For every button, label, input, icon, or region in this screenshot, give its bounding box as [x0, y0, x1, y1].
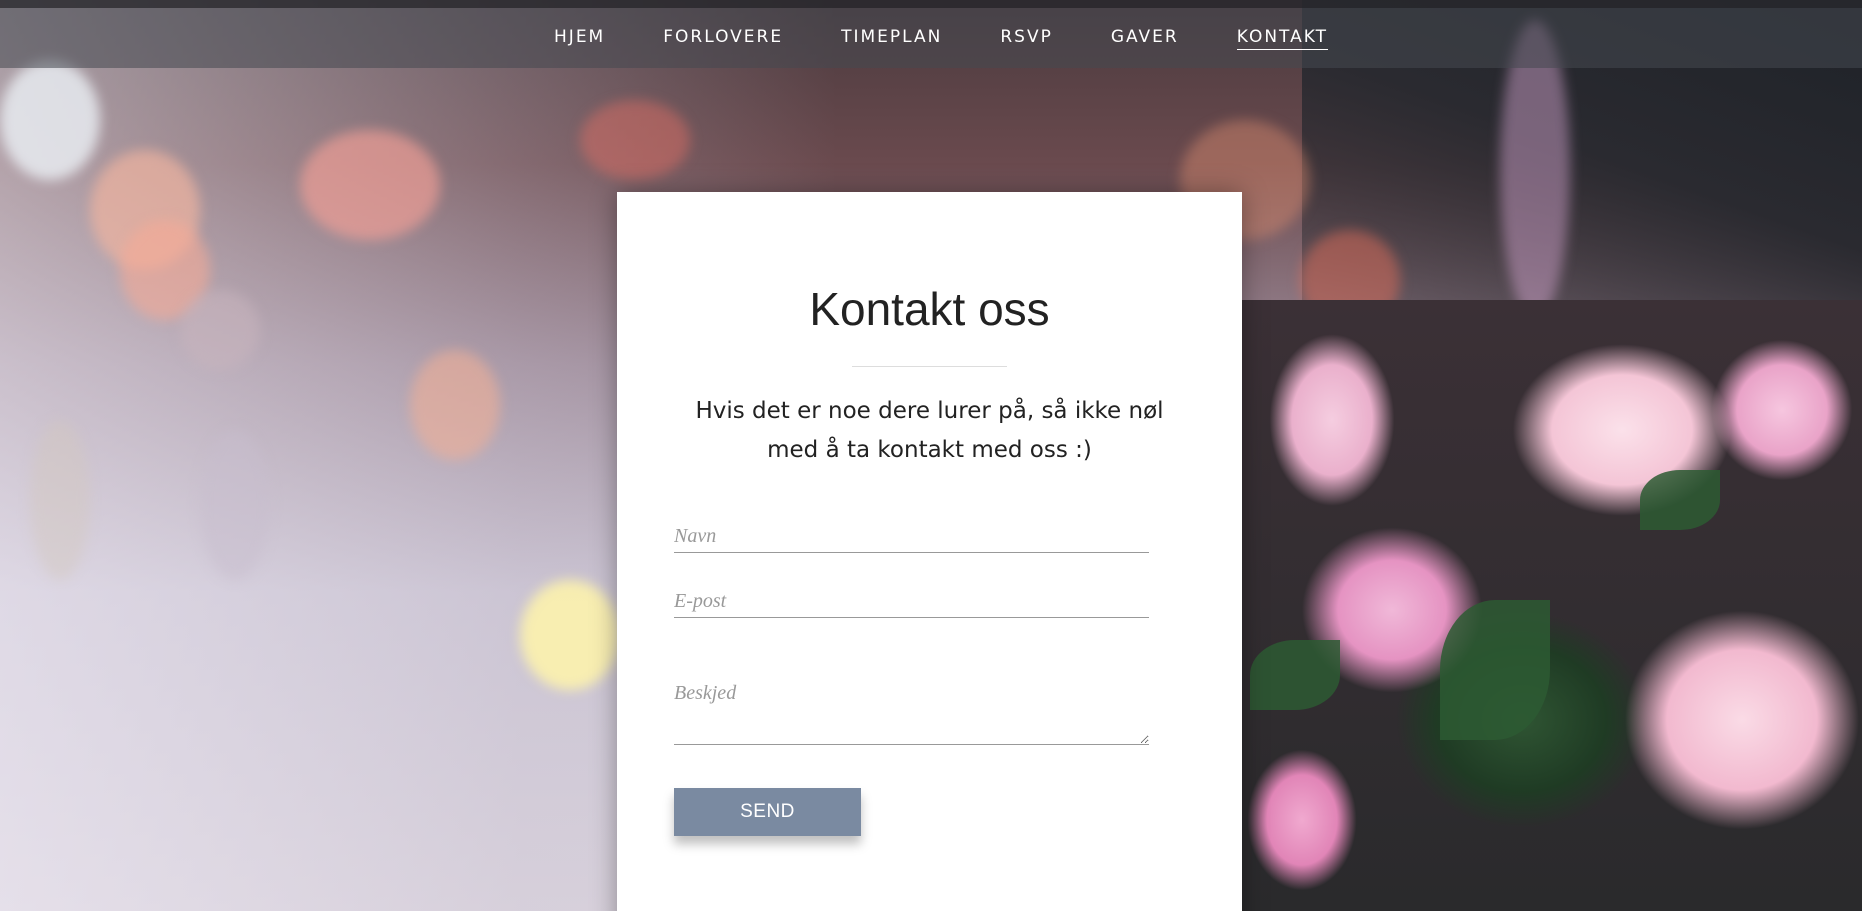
page-title: Kontakt oss	[809, 283, 1050, 335]
bokeh-light	[580, 100, 690, 180]
title-divider	[852, 366, 1007, 367]
nav-link-rsvp[interactable]: RSVP	[1000, 27, 1052, 49]
bokeh-light	[300, 130, 440, 240]
intro-text: Hvis det er noe dere lurer på, så ikke n…	[695, 398, 1164, 463]
nav-link-gaver[interactable]: GAVER	[1111, 27, 1179, 49]
nav-link-kontakt[interactable]: KONTAKT	[1236, 27, 1328, 50]
top-strip	[0, 0, 1862, 8]
leaf-shape	[1440, 600, 1550, 740]
nav-item-forlovere: FORLOVERE	[663, 27, 783, 50]
contact-card: Kontakt oss Hvis det er noe dere lurer p…	[617, 192, 1242, 911]
bokeh-light	[410, 350, 500, 460]
message-textarea[interactable]	[674, 682, 1149, 745]
nav-item-timeplan: TIMEPLAN	[841, 27, 942, 50]
bokeh-light	[0, 60, 100, 180]
bokeh-light	[200, 430, 270, 580]
nav-list: HJEM FORLOVERE TIMEPLAN RSVP GAVER KONTA…	[525, 27, 1357, 50]
send-button[interactable]: SEND	[674, 788, 861, 836]
nav-item-hjem: HJEM	[554, 27, 605, 50]
email-input[interactable]	[674, 587, 1149, 618]
bokeh-light	[180, 290, 260, 370]
name-input[interactable]	[674, 522, 1149, 553]
leaf-shape	[1250, 640, 1340, 710]
nav-link-forlovere[interactable]: FORLOVERE	[663, 27, 783, 49]
leaf-shape	[1640, 470, 1720, 530]
nav-item-gaver: GAVER	[1111, 27, 1179, 50]
nav-item-kontakt: KONTAKT	[1236, 27, 1328, 50]
bokeh-light	[520, 580, 620, 690]
nav-link-hjem[interactable]: HJEM	[554, 27, 605, 49]
nav-link-timeplan[interactable]: TIMEPLAN	[841, 27, 942, 49]
nav-item-rsvp: RSVP	[1000, 27, 1052, 50]
main-navigation: HJEM FORLOVERE TIMEPLAN RSVP GAVER KONTA…	[0, 8, 1862, 68]
bokeh-light	[30, 420, 90, 580]
